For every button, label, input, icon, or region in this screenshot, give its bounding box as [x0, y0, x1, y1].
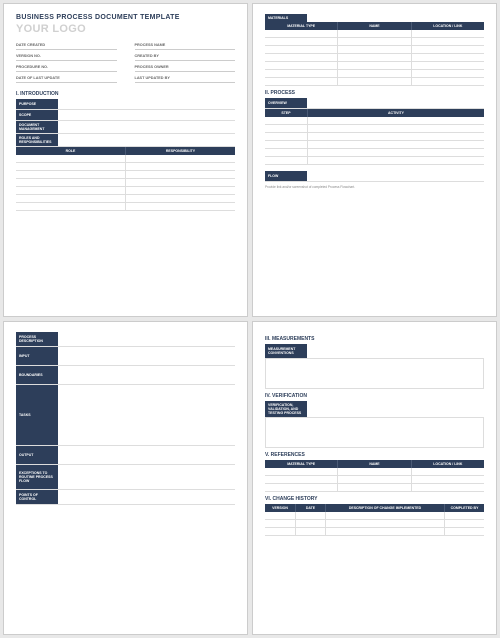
flow-note: Provide link and/or screenshot of comple…: [265, 185, 484, 189]
meta-process-name: PROCESS NAME: [135, 41, 236, 50]
table-row: [265, 38, 484, 46]
table-row: [265, 125, 484, 133]
table-row: [16, 195, 235, 203]
header-ref-material-type: MATERIAL TYPE: [265, 460, 337, 468]
table-row: [16, 179, 235, 187]
table-row: [265, 484, 484, 492]
table-row: [265, 78, 484, 86]
header-step: STEP: [265, 109, 307, 117]
table-row: [265, 528, 484, 536]
meta-grid: DATE CREATED PROCESS NAME VERSION NO. CR…: [16, 41, 235, 83]
label-control: POINTS OF CONTROL: [16, 490, 58, 504]
label-doc-mgmt: DOCUMENT MANAGEMENT: [16, 121, 58, 133]
label-purpose: PURPOSE: [16, 99, 58, 109]
table-row: [16, 203, 235, 211]
table-row: [265, 476, 484, 484]
label-materials: MATERIALS: [265, 14, 307, 22]
document-title: BUSINESS PROCESS DOCUMENT TEMPLATE: [16, 14, 235, 21]
section-process: II. PROCESS: [265, 90, 484, 96]
meta-date-created: DATE CREATED: [16, 41, 117, 50]
table-row: [265, 468, 484, 476]
table-row: [16, 187, 235, 195]
meta-process-owner: PROCESS OWNER: [135, 63, 236, 72]
meta-last-updated-by: LAST UPDATED BY: [135, 74, 236, 83]
section-references: V. REFERENCES: [265, 452, 484, 458]
table-row: [265, 54, 484, 62]
table-row: [265, 62, 484, 70]
section-change-history: VI. CHANGE HISTORY: [265, 496, 484, 502]
label-input: INPUT: [16, 347, 58, 365]
label-output: OUTPUT: [16, 446, 58, 464]
table-row: [265, 117, 484, 125]
meta-version-no: VERSION NO.: [16, 52, 117, 61]
label-tasks: TASKS: [16, 385, 58, 445]
page-4: III. MEASUREMENTS MEASUREMENT CONVENTION…: [252, 321, 497, 635]
meta-procedure-no: PROCEDURE NO.: [16, 63, 117, 72]
header-material-type: MATERIAL TYPE: [265, 22, 337, 30]
meta-created-by: CREATED BY: [135, 52, 236, 61]
table-row: [265, 133, 484, 141]
table-row: [265, 70, 484, 78]
table-row: [265, 149, 484, 157]
label-meas-conv: MEASUREMENT CONVENTIONS: [265, 344, 307, 358]
table-row: [16, 163, 235, 171]
header-ref-name: NAME: [337, 460, 410, 468]
section-measurements: III. MEASUREMENTS: [265, 336, 484, 342]
table-row: [265, 30, 484, 38]
page-1: BUSINESS PROCESS DOCUMENT TEMPLATE YOUR …: [3, 3, 248, 317]
label-overview: OVERVIEW: [265, 98, 307, 108]
header-role: ROLE: [16, 147, 125, 155]
label-boundaries: BOUNDARIES: [16, 366, 58, 384]
table-row: [265, 512, 484, 520]
label-exceptions: EXCEPTIONS TO ROUTINE PROCESS FLOW: [16, 465, 58, 489]
table-row: [265, 141, 484, 149]
label-process-desc: PROCESS DESCRIPTION: [16, 332, 58, 346]
page-2: MATERIALS MATERIAL TYPE NAME LOCATION / …: [252, 3, 497, 317]
header-desc-change: DESCRIPTION OF CHANGE IMPLEMENTED: [325, 504, 444, 512]
logo-placeholder: YOUR LOGO: [16, 23, 235, 35]
table-row: [16, 155, 235, 163]
header-name: NAME: [337, 22, 410, 30]
table-row: [16, 171, 235, 179]
header-completed-by: COMPLETED BY: [444, 504, 484, 512]
label-roles-resp: ROLES AND RESPONSIBILITIES: [16, 134, 58, 146]
table-row: [265, 46, 484, 54]
header-responsibility: RESPONSIBILITY: [125, 147, 235, 155]
label-scope: SCOPE: [16, 110, 58, 120]
page-3: PROCESS DESCRIPTION INPUT BOUNDARIES TAS…: [3, 321, 248, 635]
label-verif-process: VERIFICATION, VALIDATION, AND TESTING PR…: [265, 401, 307, 417]
section-introduction: I. INTRODUCTION: [16, 91, 235, 97]
label-flow: FLOW: [265, 171, 307, 181]
header-ref-location: LOCATION / LINK: [411, 460, 484, 468]
header-date: DATE: [295, 504, 325, 512]
header-version: VERSION: [265, 504, 295, 512]
section-verification: IV. VERIFICATION: [265, 393, 484, 399]
meta-date-last-update: DATE OF LAST UPDATE: [16, 74, 117, 83]
header-location-link: LOCATION / LINK: [411, 22, 484, 30]
header-activity: ACTIVITY: [307, 109, 484, 117]
table-row: [265, 520, 484, 528]
table-row: [265, 157, 484, 165]
